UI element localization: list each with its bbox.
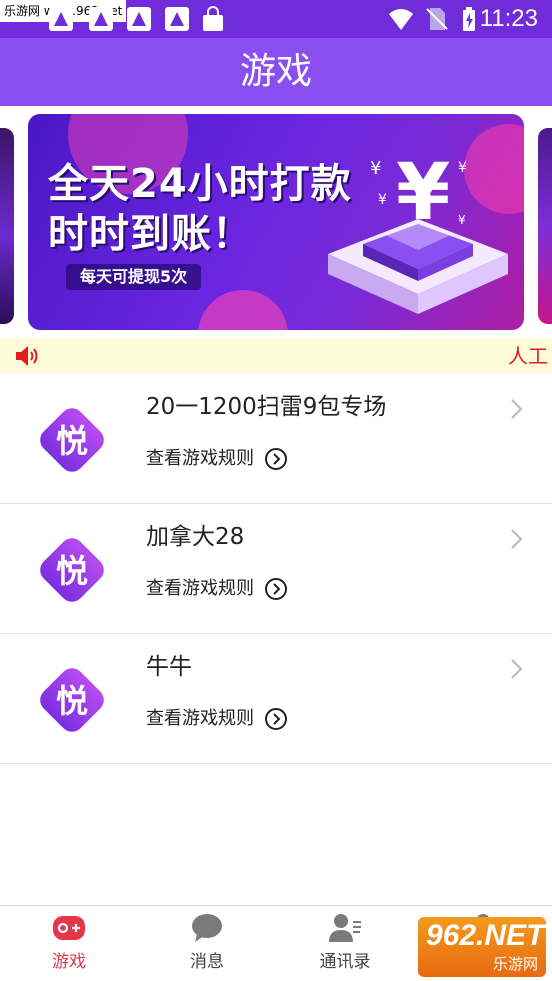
view-rules-label: 查看游戏规则 bbox=[146, 578, 254, 599]
banner-subtitle: 每天可提现5次 bbox=[66, 264, 202, 290]
no-sim-icon bbox=[426, 8, 448, 30]
banner-headline-2: 时时到账！ bbox=[48, 211, 253, 257]
yen-pedestal-illustration: ¥ ¥ ¥ ¥ ¥ bbox=[328, 148, 508, 314]
watermark-site-name: 乐游网 bbox=[492, 955, 538, 973]
banner-headline: 全天24小时打款 bbox=[48, 161, 352, 207]
svg-text:¥: ¥ bbox=[396, 148, 450, 238]
watermark-domain: 962.NET bbox=[426, 919, 545, 952]
game-logo-icon: 悦 bbox=[40, 408, 104, 472]
chevron-right-icon bbox=[511, 399, 523, 419]
announcement-bar[interactable]: 人工 bbox=[0, 338, 552, 374]
game-logo-icon: 悦 bbox=[40, 668, 104, 732]
tab-contacts[interactable]: 通讯录 bbox=[276, 906, 414, 981]
wifi-icon bbox=[389, 9, 413, 30]
chat-bubble-icon bbox=[192, 914, 222, 942]
game-list-item[interactable]: 悦 牛牛 查看游戏规则 bbox=[0, 634, 552, 764]
chevron-right-icon bbox=[511, 529, 523, 549]
svg-text:¥: ¥ bbox=[458, 213, 466, 227]
previous-banner-slide[interactable] bbox=[0, 128, 14, 324]
next-banner-slide[interactable] bbox=[538, 128, 552, 324]
chevron-circle-right-icon bbox=[265, 708, 287, 730]
view-rules-link[interactable]: 查看游戏规则 bbox=[146, 576, 288, 602]
svg-text:悦: 悦 bbox=[56, 682, 88, 720]
chevron-circle-right-icon bbox=[265, 578, 287, 600]
view-rules-link[interactable]: 查看游戏规则 bbox=[146, 446, 288, 472]
game-list-item[interactable]: 悦 加拿大28 查看游戏规则 bbox=[0, 504, 552, 634]
svg-text:¥: ¥ bbox=[370, 158, 381, 179]
game-title: 加拿大28 bbox=[146, 524, 245, 550]
view-rules-link[interactable]: 查看游戏规则 bbox=[146, 706, 288, 732]
svg-text:悦: 悦 bbox=[56, 552, 88, 590]
status-bar: 乐游网 www.962.net 11:23 bbox=[0, 0, 552, 38]
decorative-circle bbox=[198, 290, 288, 330]
gamepad-icon bbox=[53, 916, 85, 940]
shopping-bag-icon bbox=[203, 6, 223, 31]
speaker-icon bbox=[16, 346, 38, 366]
svg-text:¥: ¥ bbox=[378, 192, 387, 208]
svg-text:¥: ¥ bbox=[458, 160, 467, 176]
tab-label: 通讯录 bbox=[319, 952, 371, 972]
announcement-text: 人工 bbox=[508, 344, 548, 368]
app-notification-icon bbox=[49, 7, 73, 31]
tab-games[interactable]: 游戏 bbox=[0, 906, 138, 981]
game-list: 悦 20一1200扫雷9包专场 查看游戏规则 悦 加拿大28 查看游戏规则 悦 … bbox=[0, 374, 552, 764]
game-logo-icon: 悦 bbox=[40, 538, 104, 602]
tab-label: 消息 bbox=[190, 952, 224, 972]
banner-carousel[interactable]: 全天24小时打款 时时到账！ 每天可提现5次 ¥ ¥ ¥ ¥ ¥ bbox=[0, 106, 552, 338]
site-watermark-logo: 962.NET 乐游网 bbox=[418, 917, 546, 977]
game-list-item[interactable]: 悦 20一1200扫雷9包专场 查看游戏规则 bbox=[0, 374, 552, 504]
chevron-circle-right-icon bbox=[265, 448, 287, 470]
clock: 11:23 bbox=[479, 5, 538, 32]
app-header: 游戏 bbox=[0, 38, 552, 106]
battery-charging-icon bbox=[463, 7, 475, 31]
app-notification-icon bbox=[127, 7, 151, 31]
chevron-right-icon bbox=[511, 659, 523, 679]
contacts-icon bbox=[329, 914, 361, 942]
app-notification-icon bbox=[89, 7, 113, 31]
view-rules-label: 查看游戏规则 bbox=[146, 708, 254, 729]
page-title: 游戏 bbox=[239, 51, 312, 92]
tab-label: 游戏 bbox=[52, 952, 86, 972]
svg-text:悦: 悦 bbox=[56, 422, 88, 460]
game-title: 20一1200扫雷9包专场 bbox=[146, 394, 387, 420]
view-rules-label: 查看游戏规则 bbox=[146, 448, 254, 469]
app-notification-icon bbox=[165, 7, 189, 31]
game-title: 牛牛 bbox=[146, 654, 192, 680]
promo-banner[interactable]: 全天24小时打款 时时到账！ 每天可提现5次 ¥ ¥ ¥ ¥ ¥ bbox=[28, 114, 524, 330]
tab-messages[interactable]: 消息 bbox=[138, 906, 276, 981]
